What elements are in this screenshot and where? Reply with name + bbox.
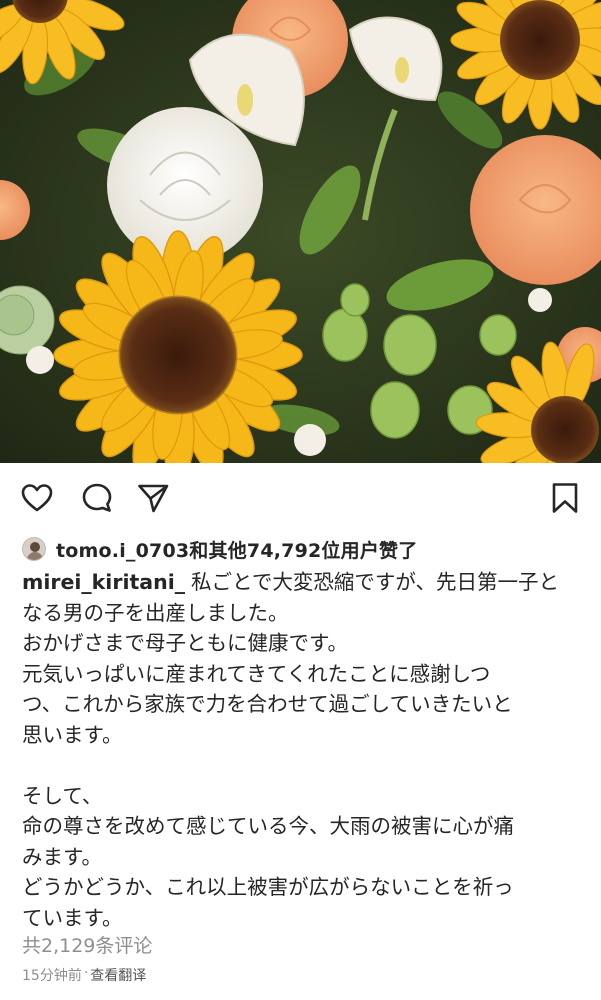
likes-row[interactable]: tomo.i_0703和其他74,792位用户赞了	[22, 533, 417, 565]
caption-text-line: どうかどうか、これ以上被害が広がらないことを祈っ	[22, 875, 514, 899]
caption-text-line: そして、	[22, 783, 103, 808]
caption-text-line: 私ごとで大変恐縮ですが、先日第一子と	[190, 570, 559, 594]
meta-separator: ·	[83, 965, 89, 981]
post-action-bar	[0, 463, 601, 533]
post-caption: mirei_kiritani_ 私ごとで大変恐縮ですが、先日第一子と なる男の子を…	[22, 567, 587, 933]
caption-text-line: 元気いっぱいに産まれてきてくれたことに感謝しつ	[22, 661, 491, 686]
bookmark-icon[interactable]	[548, 481, 582, 515]
caption-text-line: 思います。	[22, 722, 123, 747]
flower-bouquet-image	[0, 0, 601, 463]
post-timestamp: 15分钟前	[22, 968, 82, 984]
share-icon[interactable]	[136, 481, 170, 515]
caption-text-line: 命の尊さを改めて感じている今、大雨の被害に心が痛	[22, 814, 514, 838]
see-translation-link[interactable]: 查看翻译	[90, 965, 146, 985]
view-comments-link[interactable]: 共2,129条评论	[22, 931, 152, 958]
caption-username[interactable]: mirei_kiritani_	[22, 570, 185, 594]
caption-text-line: ています。	[22, 905, 123, 930]
caption-first-line: mirei_kiritani_ 私ごとで大変恐縮ですが、先日第一子と	[22, 567, 587, 598]
caption-text-line: なる男の子を出産しました。	[22, 600, 289, 625]
caption-text-line: みます。	[22, 844, 102, 869]
likes-count-text[interactable]: tomo.i_0703和其他74,792位用户赞了	[56, 536, 417, 563]
post-meta: 15分钟前 · 查看翻译	[22, 965, 146, 985]
caption-text-line: つ、これから家族で力を合わせて過ごしていきたいと	[22, 692, 513, 716]
caption-text-line: おかげさまで母子ともに健康です。	[22, 631, 348, 655]
liker-avatar[interactable]	[22, 537, 46, 561]
comment-icon[interactable]	[80, 481, 114, 515]
post-photo[interactable]	[0, 0, 601, 463]
heart-icon[interactable]	[20, 481, 54, 515]
